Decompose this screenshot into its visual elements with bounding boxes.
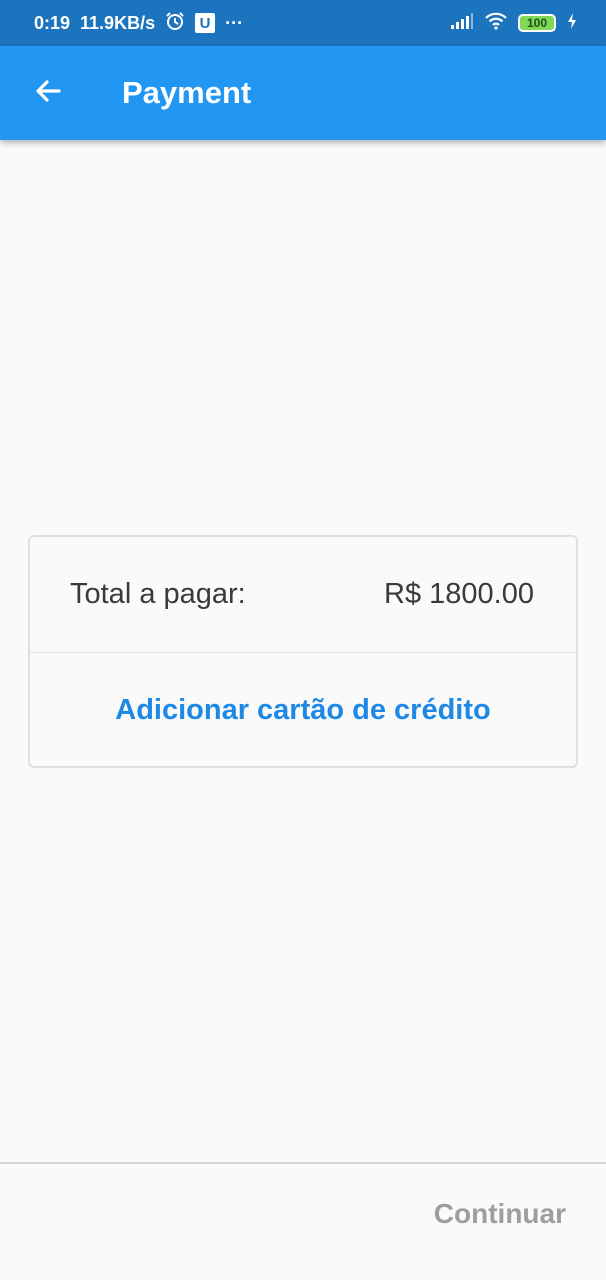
- arrow-left-icon: [33, 76, 63, 111]
- signal-icon: [450, 12, 474, 35]
- status-bar-right: 100: [450, 12, 578, 35]
- status-bar: 0:19 11.9KB/s U ··· 100: [0, 0, 606, 46]
- continue-button[interactable]: Continuar: [434, 1198, 566, 1230]
- status-bar-left: 0:19 11.9KB/s U ···: [34, 11, 243, 36]
- add-credit-card-button[interactable]: Adicionar cartão de crédito: [30, 653, 576, 768]
- back-button[interactable]: [18, 63, 78, 123]
- payment-card: Total a pagar: R$ 1800.00 Adicionar cart…: [28, 535, 578, 768]
- alarm-icon: [165, 11, 185, 36]
- u-badge-icon: U: [195, 13, 216, 33]
- page-title: Payment: [122, 75, 252, 110]
- total-value: R$ 1800.00: [384, 578, 534, 610]
- bottom-divider: [0, 1162, 606, 1164]
- app-bar: Payment: [0, 46, 606, 140]
- charging-icon: [566, 12, 578, 35]
- total-label: Total a pagar:: [70, 578, 246, 610]
- wifi-icon: [484, 12, 508, 35]
- battery-icon: 100: [518, 14, 556, 32]
- total-row: Total a pagar: R$ 1800.00: [30, 537, 576, 653]
- status-network-speed: 11.9KB/s: [80, 12, 156, 33]
- status-time: 0:19: [34, 12, 71, 33]
- more-notifications-icon: ···: [225, 12, 244, 33]
